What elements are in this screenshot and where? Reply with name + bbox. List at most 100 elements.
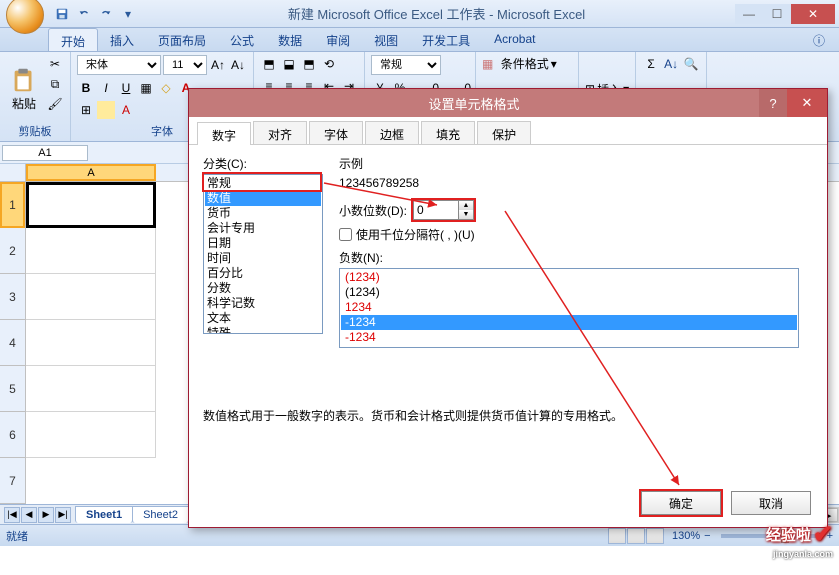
underline-button[interactable]: U bbox=[117, 79, 135, 97]
zoom-level[interactable]: 130% bbox=[672, 530, 700, 542]
office-button[interactable] bbox=[6, 0, 44, 34]
col-header[interactable]: A bbox=[26, 164, 156, 181]
italic-button[interactable]: I bbox=[97, 79, 115, 97]
page-layout-view-icon[interactable] bbox=[627, 528, 645, 544]
cell[interactable] bbox=[26, 228, 156, 274]
tab-insert[interactable]: 插入 bbox=[98, 28, 146, 51]
sheet-nav-prev[interactable]: ◀ bbox=[21, 507, 37, 523]
cancel-button[interactable]: 取消 bbox=[731, 491, 811, 515]
category-item[interactable]: 货币 bbox=[205, 206, 321, 221]
category-item[interactable]: 科学记数 bbox=[205, 296, 321, 311]
dialog-tab-border[interactable]: 边框 bbox=[365, 121, 419, 144]
normal-view-icon[interactable] bbox=[608, 528, 626, 544]
cell[interactable] bbox=[26, 274, 156, 320]
minimize-button[interactable]: — bbox=[735, 4, 763, 24]
negative-format-item[interactable]: (1234) bbox=[341, 285, 797, 300]
maximize-button[interactable]: ☐ bbox=[763, 4, 791, 24]
select-all-corner[interactable] bbox=[0, 164, 26, 182]
sort-icon[interactable]: A↓ bbox=[662, 55, 680, 73]
negative-format-item[interactable]: -1234 bbox=[341, 330, 797, 345]
tab-formulas[interactable]: 公式 bbox=[218, 28, 266, 51]
category-item[interactable]: 百分比 bbox=[205, 266, 321, 281]
category-item[interactable]: 特殊 bbox=[205, 326, 321, 334]
dialog-tab-number[interactable]: 数字 bbox=[197, 122, 251, 145]
save-icon[interactable] bbox=[52, 4, 72, 24]
cell[interactable] bbox=[26, 366, 156, 412]
sheet-nav-last[interactable]: ▶| bbox=[55, 507, 71, 523]
decimal-places-input[interactable] bbox=[414, 202, 458, 218]
help-icon[interactable]: ⓘ bbox=[807, 28, 831, 51]
row-header[interactable]: 6 bbox=[0, 412, 25, 458]
cut-icon[interactable]: ✂ bbox=[46, 55, 64, 73]
category-item[interactable]: 分数 bbox=[205, 281, 321, 296]
category-item[interactable]: 时间 bbox=[205, 251, 321, 266]
align-middle-icon[interactable]: ⬓ bbox=[280, 55, 298, 73]
font-size-select[interactable]: 11 bbox=[163, 55, 207, 75]
tab-review[interactable]: 审阅 bbox=[314, 28, 362, 51]
tab-data[interactable]: 数据 bbox=[266, 28, 314, 51]
autosum-icon[interactable]: Σ bbox=[642, 55, 660, 73]
category-item[interactable]: 常规 bbox=[205, 176, 321, 191]
dialog-tab-align[interactable]: 对齐 bbox=[253, 121, 307, 144]
paste-button[interactable]: 粘贴 bbox=[6, 55, 42, 121]
qat-dropdown-icon[interactable]: ▾ bbox=[118, 4, 138, 24]
spinner-up-icon[interactable]: ▲ bbox=[459, 201, 473, 210]
row-header[interactable]: 4 bbox=[0, 320, 25, 366]
zoom-out-icon[interactable]: − bbox=[704, 530, 710, 542]
align-top-icon[interactable]: ⬒ bbox=[260, 55, 278, 73]
negative-format-item[interactable]: -1234 bbox=[341, 315, 797, 330]
dialog-tab-protect[interactable]: 保护 bbox=[477, 121, 531, 144]
sheet-nav-first[interactable]: |◀ bbox=[4, 507, 20, 523]
row-header[interactable]: 2 bbox=[0, 228, 25, 274]
thousands-separator-checkbox[interactable] bbox=[339, 228, 352, 241]
close-button[interactable]: ✕ bbox=[791, 4, 835, 24]
grow-font-icon[interactable]: A↑ bbox=[209, 56, 227, 74]
bold-button[interactable]: B bbox=[77, 79, 95, 97]
category-listbox[interactable]: 常规数值货币会计专用日期时间百分比分数科学记数文本特殊自定义 bbox=[203, 174, 323, 334]
number-format-select[interactable]: 常规 bbox=[371, 55, 441, 75]
dialog-tab-fill[interactable]: 填充 bbox=[421, 121, 475, 144]
cell[interactable] bbox=[26, 320, 156, 366]
sheet-tab[interactable]: Sheet1 bbox=[75, 506, 133, 523]
tab-view[interactable]: 视图 bbox=[362, 28, 410, 51]
font-name-select[interactable]: 宋体 bbox=[77, 55, 161, 75]
dialog-close-icon[interactable]: ✕ bbox=[787, 89, 827, 117]
page-break-view-icon[interactable] bbox=[646, 528, 664, 544]
category-item[interactable]: 文本 bbox=[205, 311, 321, 326]
find-icon[interactable]: 🔍 bbox=[682, 55, 700, 73]
redo-icon[interactable] bbox=[96, 4, 116, 24]
category-item[interactable]: 日期 bbox=[205, 236, 321, 251]
border-icon[interactable]: ▦ bbox=[137, 79, 155, 97]
shrink-font-icon[interactable]: A↓ bbox=[229, 56, 247, 74]
tab-acrobat[interactable]: Acrobat bbox=[482, 28, 547, 51]
fill-icon[interactable] bbox=[97, 101, 115, 119]
name-box[interactable] bbox=[2, 145, 88, 161]
font-color-icon2[interactable]: A bbox=[117, 101, 135, 119]
conditional-format-button[interactable]: ▦ 条件格式 ▾ bbox=[482, 55, 572, 72]
copy-icon[interactable]: ⧉ bbox=[46, 75, 64, 93]
category-item[interactable]: 数值 bbox=[205, 191, 321, 206]
tab-page-layout[interactable]: 页面布局 bbox=[146, 28, 218, 51]
row-header[interactable]: 5 bbox=[0, 366, 25, 412]
decimal-places-spinner[interactable]: ▲ ▼ bbox=[413, 200, 474, 220]
cell-a1[interactable] bbox=[26, 182, 156, 228]
sheet-nav-next[interactable]: ▶ bbox=[38, 507, 54, 523]
sheet-tab[interactable]: Sheet2 bbox=[132, 506, 189, 523]
dialog-tab-font[interactable]: 字体 bbox=[309, 121, 363, 144]
align-bottom-icon[interactable]: ⬒ bbox=[300, 55, 318, 73]
fill-color-icon[interactable]: ◇ bbox=[157, 79, 175, 97]
undo-icon[interactable] bbox=[74, 4, 94, 24]
format-painter-icon[interactable]: 🖌 bbox=[46, 95, 64, 113]
borders-icon[interactable]: ⊞ bbox=[77, 101, 95, 119]
orientation-icon[interactable]: ⟲ bbox=[320, 55, 338, 73]
dialog-help-icon[interactable]: ? bbox=[759, 89, 787, 117]
tab-home[interactable]: 开始 bbox=[48, 28, 98, 51]
row-header[interactable]: 7 bbox=[0, 458, 25, 504]
tab-developer[interactable]: 开发工具 bbox=[410, 28, 482, 51]
cell[interactable] bbox=[26, 412, 156, 458]
negative-format-item[interactable]: 1234 bbox=[341, 300, 797, 315]
negatives-listbox[interactable]: (1234)(1234)1234-1234-1234 bbox=[339, 268, 799, 348]
ok-button[interactable]: 确定 bbox=[641, 491, 721, 515]
row-header[interactable]: 3 bbox=[0, 274, 25, 320]
spinner-down-icon[interactable]: ▼ bbox=[459, 210, 473, 219]
